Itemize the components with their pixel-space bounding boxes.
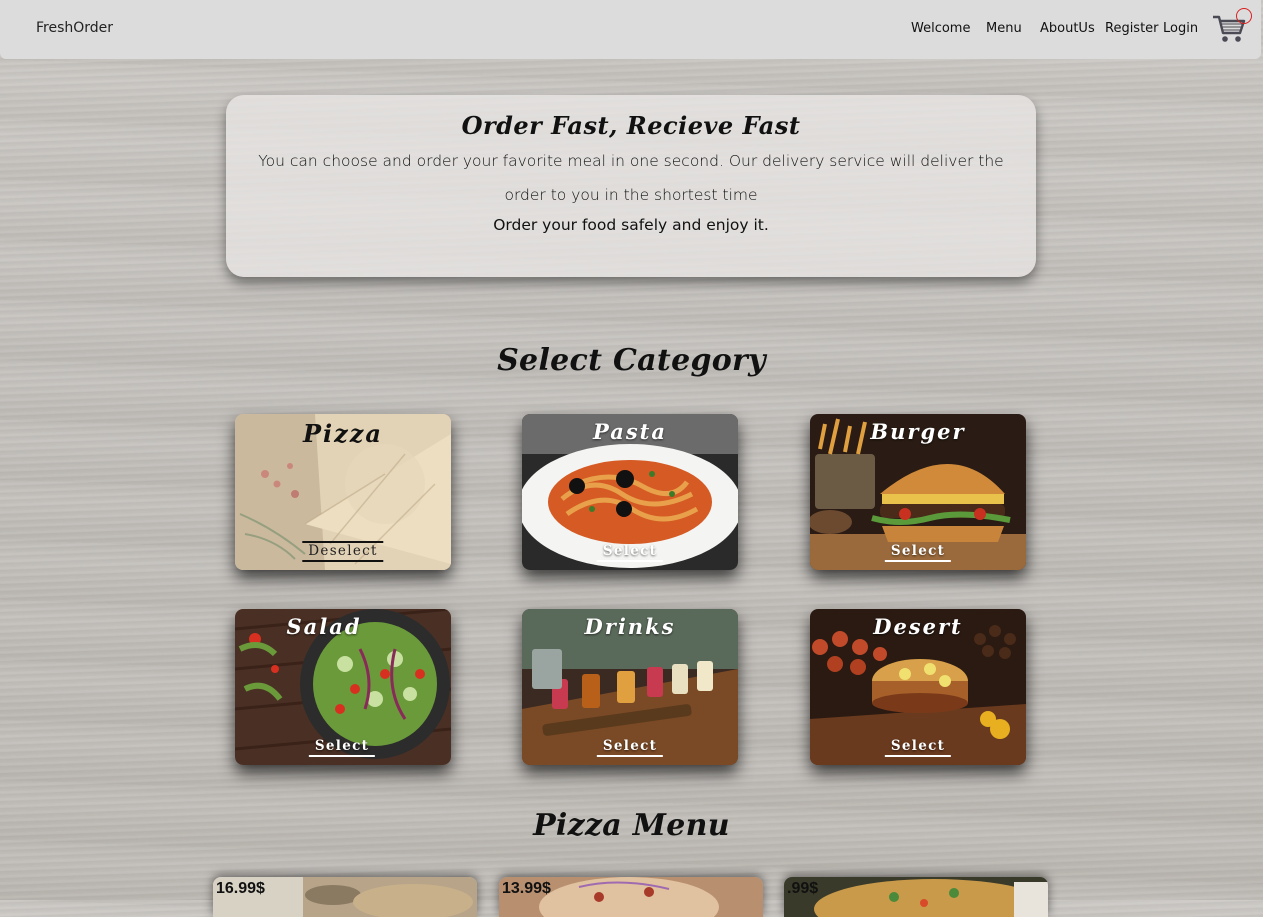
category-card-drinks[interactable]: Drinks Select [522, 609, 738, 765]
select-button-pasta[interactable]: Select [596, 543, 664, 562]
menu-item-card[interactable]: 16.99$ [213, 877, 477, 917]
nav-link-welcome[interactable]: Welcome [911, 21, 970, 36]
nav-link-aboutus[interactable]: AboutUs [1040, 21, 1095, 36]
select-button-desert[interactable]: Select [884, 738, 952, 757]
nav-link-register[interactable]: Register [1105, 21, 1159, 36]
select-button-salad[interactable]: Select [308, 738, 376, 757]
category-title-pasta: Pasta [593, 419, 667, 444]
category-card-pizza[interactable]: Pizza Deselect [235, 414, 451, 570]
category-card-burger[interactable]: Burger Select [810, 414, 1026, 570]
price-label: .99$ [787, 880, 819, 897]
navbar: FreshOrder Welcome Menu AboutUs Register… [0, 0, 1261, 59]
menu-item-card[interactable]: .99$ [784, 877, 1048, 917]
hero-title: Order Fast, Recieve Fast [461, 111, 801, 140]
category-section-title: Select Category [497, 343, 766, 378]
price-label: 16.99$ [216, 880, 265, 897]
category-card-pasta[interactable]: Pasta Select [522, 414, 738, 570]
pizza-item-image [784, 877, 1048, 917]
deselect-button-pizza[interactable]: Deselect [302, 541, 384, 562]
hero-subtext: Order your food safely and enjoy it. [493, 216, 769, 234]
category-title-drinks: Drinks [584, 614, 676, 639]
menu-section-title: Pizza Menu [533, 808, 730, 843]
category-card-desert[interactable]: Desert Select [810, 609, 1026, 765]
select-button-burger[interactable]: Select [884, 543, 952, 562]
nav-link-menu[interactable]: Menu [986, 21, 1022, 36]
category-title-salad: Salad [286, 614, 362, 639]
category-title-pizza: Pizza [303, 419, 383, 448]
category-title-burger: Burger [870, 419, 966, 444]
nav-link-login[interactable]: Login [1163, 21, 1198, 36]
menu-item-card[interactable]: 13.99$ [499, 877, 763, 917]
cart-badge [1236, 8, 1252, 24]
hero-text: You can choose and order your favorite m… [258, 152, 1004, 204]
category-card-salad[interactable]: Salad Select [235, 609, 451, 765]
hero-card: Order Fast, Recieve Fast You can choose … [226, 95, 1036, 277]
select-button-drinks[interactable]: Select [596, 738, 664, 757]
nav-links: Welcome Menu AboutUs Register Login [0, 21, 1261, 41]
price-label: 13.99$ [502, 880, 551, 897]
category-title-desert: Desert [873, 614, 963, 639]
